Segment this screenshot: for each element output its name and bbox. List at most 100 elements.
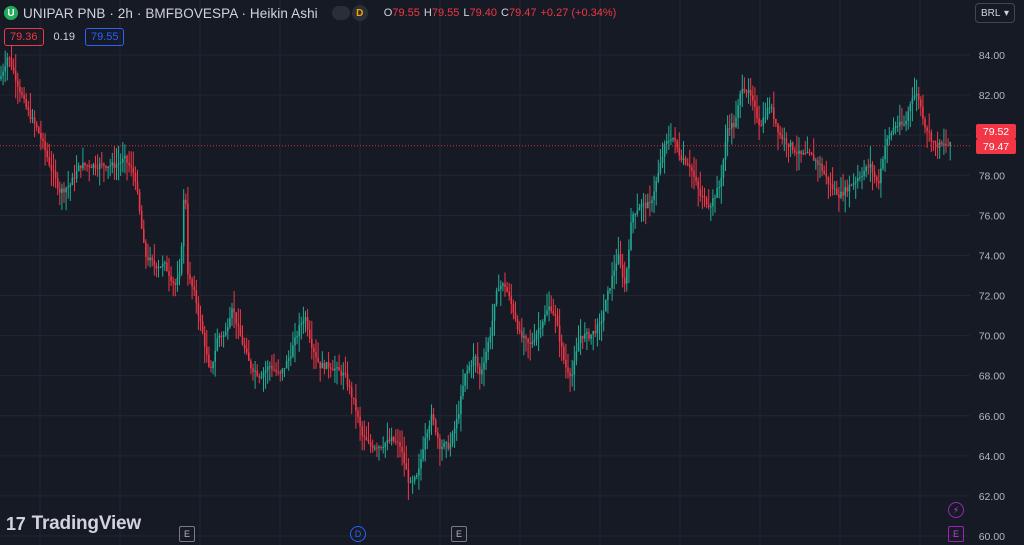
candle-body <box>10 58 13 68</box>
candle-body <box>71 177 74 185</box>
candle-body <box>245 348 248 353</box>
candle-body <box>724 142 727 160</box>
delayed-data-badge[interactable]: D <box>351 5 368 21</box>
candle-body <box>691 167 693 171</box>
candle-body <box>808 151 811 153</box>
candle-body <box>4 66 6 72</box>
candle-body <box>132 167 135 173</box>
candle-body <box>405 463 408 470</box>
tradingview-logo[interactable]: 17 TradingView <box>6 513 141 535</box>
candle-body <box>905 120 907 125</box>
candle-body <box>92 164 95 168</box>
candle-body <box>445 442 447 444</box>
visibility-eye-icon[interactable] <box>331 6 350 20</box>
candle-body <box>233 308 235 313</box>
candle-body <box>329 367 332 369</box>
candle-body <box>67 186 69 189</box>
candle-body <box>817 160 819 165</box>
candle-body <box>770 107 773 109</box>
sell-button[interactable]: 79.36 <box>4 28 44 46</box>
candle-body <box>762 117 765 126</box>
candle-body <box>521 331 523 338</box>
candle-body <box>869 163 872 168</box>
candle-body <box>392 437 395 442</box>
y-tick-label: 66.00 <box>979 411 1005 423</box>
candle-body <box>96 167 99 169</box>
candle-body <box>180 246 183 274</box>
candle-body <box>413 477 416 481</box>
ohlc-value-high: 79.55 <box>431 7 460 19</box>
candle-body <box>674 137 676 141</box>
chevron-down-icon: ▾ <box>1003 7 1009 19</box>
candle-body <box>930 132 933 142</box>
candle-body <box>878 181 880 184</box>
earnings-event-icon[interactable]: E <box>179 526 195 542</box>
candle-body <box>115 164 118 168</box>
candle-body <box>208 354 210 367</box>
candle-body <box>166 262 168 272</box>
candle-body <box>119 162 122 164</box>
y-tick-label: 84.00 <box>979 50 1005 62</box>
candle-body <box>350 387 353 398</box>
candle-body <box>500 285 502 289</box>
candle-body <box>489 336 492 342</box>
candle-body <box>699 188 702 196</box>
candle-body <box>743 88 746 92</box>
ohlc-value-open: 79.55 <box>392 7 420 19</box>
candle-body <box>718 187 720 189</box>
candle-body <box>859 177 861 179</box>
future-earnings-event-icon[interactable]: E <box>948 526 964 542</box>
price-chart[interactable]: 84.0082.0080.0078.0076.0074.0072.0070.00… <box>0 0 1024 545</box>
candle-body <box>628 249 630 269</box>
currency-button[interactable]: BRL ▾ <box>975 3 1015 23</box>
candle-body <box>754 100 756 107</box>
candle-body <box>21 92 23 96</box>
symbol-title[interactable]: UNIPAR PNB · 2h · BMFBOVESPA · Heikin As… <box>23 6 318 21</box>
lightning-icon[interactable]: ⚡ <box>948 502 964 518</box>
candle-body <box>134 172 137 182</box>
candle-body <box>749 89 752 96</box>
candle-body <box>558 325 561 342</box>
candle-body <box>443 443 445 447</box>
candle-body <box>90 167 93 169</box>
candle-body <box>775 118 777 124</box>
candle-body <box>626 268 628 284</box>
buy-button[interactable]: 79.55 <box>84 28 125 46</box>
candle-body <box>842 191 844 196</box>
candle-body <box>460 396 462 414</box>
candle-body <box>827 176 830 184</box>
candle-body <box>130 165 132 168</box>
candle-body <box>241 336 244 345</box>
symbol-logo-icon[interactable]: U <box>4 6 18 20</box>
candle-body <box>164 262 166 264</box>
candle-body <box>279 371 282 374</box>
candle-body <box>854 181 857 183</box>
candle-body <box>332 368 334 371</box>
candle-body <box>80 165 82 169</box>
candle-body <box>657 172 660 182</box>
candle-body <box>46 150 48 158</box>
candle-body <box>567 367 569 373</box>
candle-body <box>737 105 739 118</box>
candle-body <box>586 332 588 334</box>
candle-body <box>789 142 792 147</box>
earnings-event-icon[interactable]: E <box>451 526 467 542</box>
candle-body <box>938 142 941 148</box>
y-tick-label: 68.00 <box>979 371 1005 383</box>
candle-body <box>695 176 697 182</box>
candle-body <box>506 286 508 292</box>
candle-body <box>563 346 565 360</box>
candle-body <box>623 277 626 284</box>
candle-body <box>101 163 103 165</box>
dividend-event-icon[interactable]: D <box>350 526 366 542</box>
candle-body <box>796 152 798 154</box>
candle-body <box>581 335 584 339</box>
candle-body <box>504 283 506 287</box>
candle-body <box>638 207 641 211</box>
candle-body <box>189 274 191 280</box>
candle-body <box>756 106 758 119</box>
candle-body <box>949 142 951 146</box>
candle-body <box>575 351 578 362</box>
candle-body <box>890 132 893 136</box>
candle-body <box>739 93 741 106</box>
